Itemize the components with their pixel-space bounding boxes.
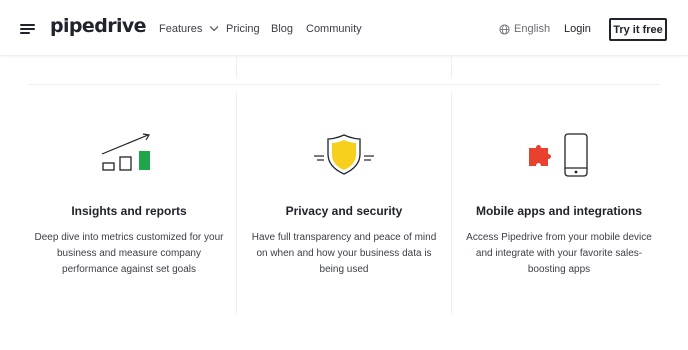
column-divider: [451, 56, 452, 78]
hamburger-menu-icon[interactable]: [20, 24, 35, 35]
main-nav: Features Pricing Blog Community: [159, 22, 362, 35]
pipedrive-logo[interactable]: pipedrive: [50, 15, 147, 37]
column-divider: [236, 56, 237, 78]
feature-card-insights: Insights and reports Deep dive into metr…: [22, 95, 236, 310]
nav-pricing[interactable]: Pricing: [226, 23, 271, 35]
chevron-down-icon: [210, 22, 219, 32]
language-selector[interactable]: English: [499, 23, 550, 35]
globe-icon: [499, 23, 510, 35]
card-title: Mobile apps and integrations: [475, 204, 642, 218]
top-navigation-bar: pipedrive Features Pricing Blog Communit…: [0, 0, 688, 56]
card-title: Privacy and security: [285, 204, 403, 218]
card-description: Access Pipedrive from your mobile device…: [466, 232, 652, 275]
nav-blog[interactable]: Blog: [271, 23, 306, 35]
nav-community[interactable]: Community: [306, 23, 362, 35]
card-title: Insights and reports: [71, 204, 187, 218]
shield-icon: [314, 134, 374, 175]
bar-chart-growth-icon: [101, 133, 150, 171]
try-it-free-button[interactable]: Try it free: [609, 18, 667, 41]
feature-card-mobile: Mobile apps and integrations Access Pipe…: [452, 95, 666, 310]
feature-card-privacy: Privacy and security Have full transpare…: [237, 95, 451, 310]
nav-features[interactable]: Features: [159, 22, 226, 35]
card-description: Deep dive into metrics customized for yo…: [34, 232, 224, 275]
row-divider: [28, 84, 660, 85]
language-label: English: [514, 23, 551, 35]
card-description: Have full transparency and peace of mind…: [251, 232, 437, 275]
login-link[interactable]: Login: [564, 23, 591, 35]
mobile-puzzle-icon: [529, 133, 588, 177]
nav-features-label: Features: [159, 23, 203, 35]
